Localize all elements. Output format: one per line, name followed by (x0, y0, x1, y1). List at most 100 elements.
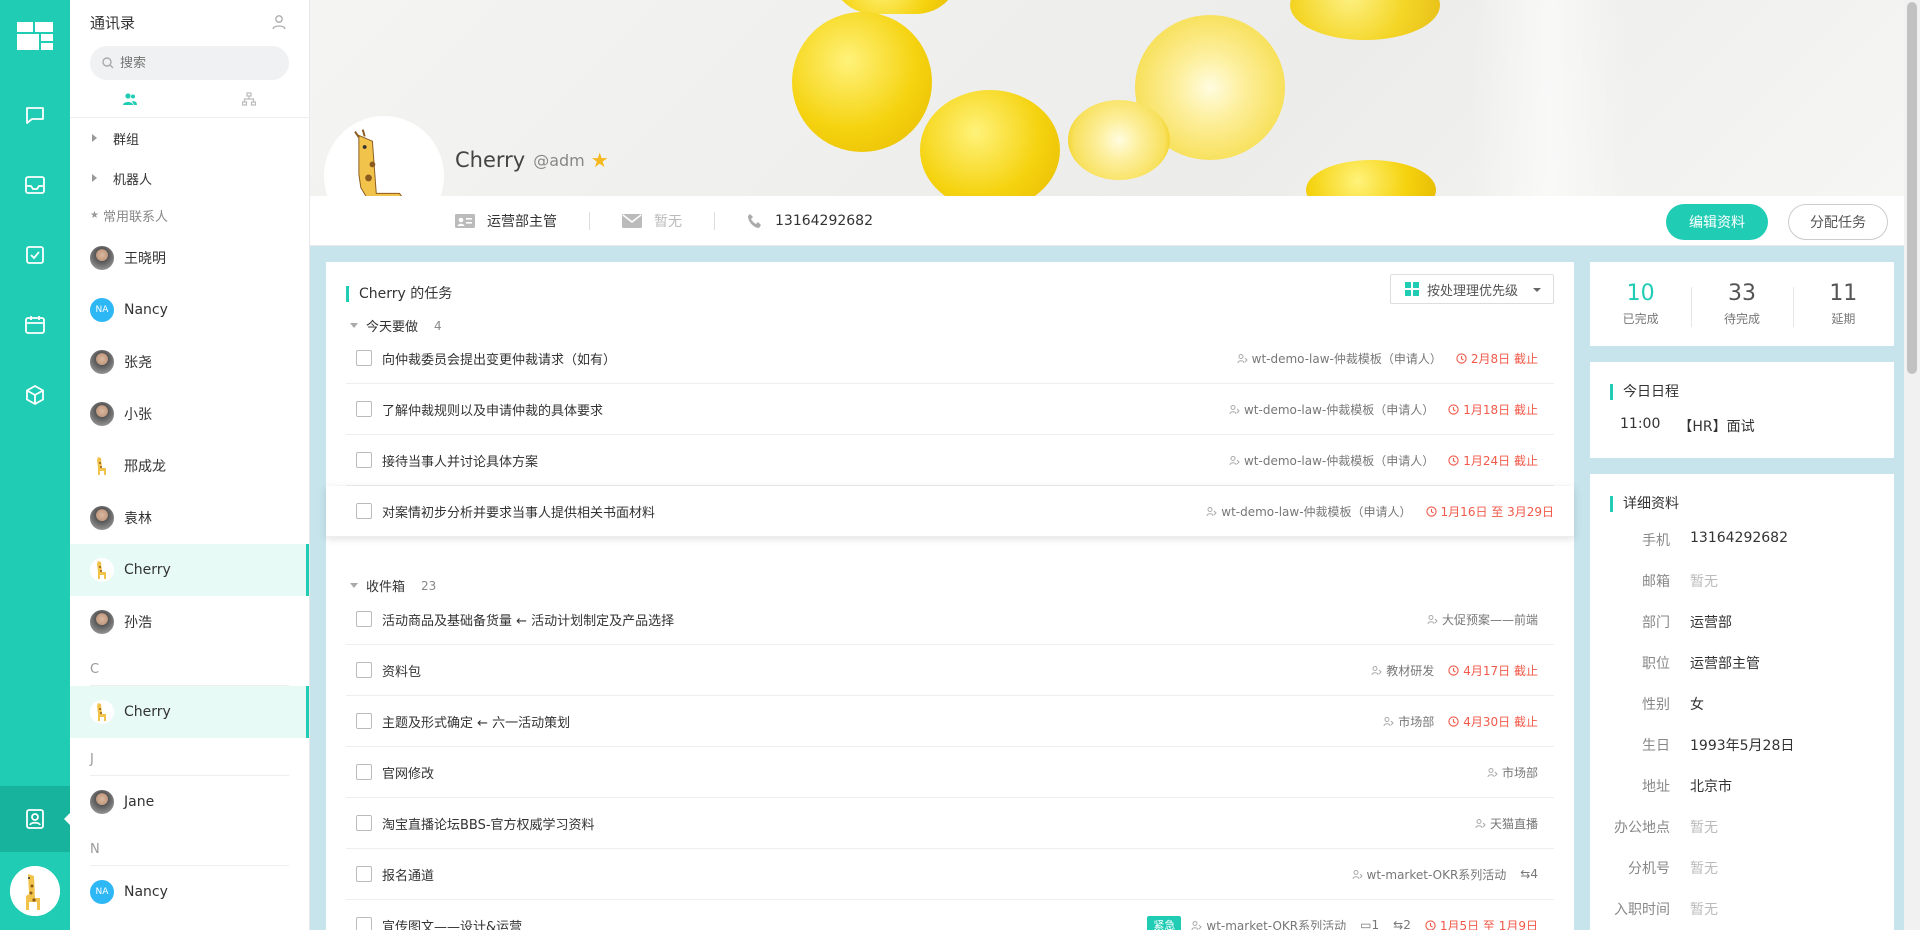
task-project[interactable]: wt-market-OKR系列活动 (1191, 917, 1346, 930)
contact-item[interactable]: 孙浩 (70, 596, 309, 648)
detail-row: 入职时间 暂无 (1590, 899, 1894, 919)
contact-item[interactable]: 袁林 (70, 492, 309, 544)
task-checkbox[interactable] (356, 350, 372, 366)
task-row[interactable]: 向仲裁委员会提出变更仲裁请求（如有） wt-demo-law-仲裁模板（申请人） 2… (346, 333, 1554, 384)
task-project[interactable]: 教材研发 (1371, 662, 1434, 679)
task-row[interactable]: 主题及形式确定 ← 六一活动策划 市场部 4月30日 截止 (346, 696, 1554, 747)
main-content: Cherry @adm ★ 运营部主管 暂无 13164292682 编辑资料 … (310, 0, 1910, 930)
avatar: NA (90, 880, 114, 904)
contact-item[interactable]: 邢成龙 (70, 440, 309, 492)
task-due: 1月18日 截止 (1448, 401, 1538, 418)
task-title[interactable]: 资料包 (382, 661, 1371, 680)
task-checkbox[interactable] (356, 713, 372, 729)
calendar-icon[interactable] (22, 312, 48, 338)
contact-item[interactable]: Cherry (70, 544, 309, 596)
task-title[interactable]: 活动商品及基础备货量 ← 活动计划制定及产品选择 (382, 610, 1427, 629)
contact-item[interactable]: Cherry (70, 686, 309, 738)
contact-item[interactable]: Jane (70, 776, 309, 828)
task-row[interactable]: 淘宝直播论坛BBS-官方权威学习资料 天猫直播 (346, 798, 1554, 849)
task-project[interactable]: wt-demo-law-仲裁模板（申请人） (1206, 503, 1412, 520)
task-title[interactable]: 向仲裁委员会提出变更仲裁请求（如有） (382, 349, 1237, 368)
task-title[interactable]: 官网修改 (382, 763, 1487, 782)
task-title[interactable]: 了解仲裁规则以及申请仲裁的具体要求 (382, 400, 1229, 419)
task-project[interactable]: wt-market-OKR系列活动 (1352, 866, 1506, 883)
task-row[interactable]: 报名通道 wt-market-OKR系列活动 ⇆ 4 (346, 849, 1554, 900)
task-project[interactable]: 市场部 (1383, 713, 1434, 730)
task-row[interactable]: 活动商品及基础备货量 ← 活动计划制定及产品选择 大促预案——前端 (346, 594, 1554, 645)
message-icon[interactable] (22, 102, 48, 128)
edit-profile-button[interactable]: 编辑资料 (1666, 204, 1768, 240)
search-input[interactable] (120, 55, 270, 71)
task-row[interactable]: 对案情初步分析并要求当事人提供相关书面材料 wt-demo-law-仲裁模板（申请… (326, 486, 1574, 537)
task-title[interactable]: 报名通道 (382, 865, 1352, 884)
task-project[interactable]: 市场部 (1487, 764, 1538, 781)
cube-icon[interactable] (22, 382, 48, 408)
task-row[interactable]: 官网修改 市场部 (346, 747, 1554, 798)
task-icon[interactable] (22, 242, 48, 268)
task-checkbox[interactable] (356, 401, 372, 417)
contacts-icon[interactable] (0, 786, 70, 852)
task-title[interactable]: 淘宝直播论坛BBS-官方权威学习资料 (382, 814, 1475, 833)
detail-value: 暂无 (1690, 574, 1718, 590)
contact-item[interactable]: 张尧 (70, 336, 309, 388)
group-label: 群组 (113, 132, 140, 148)
task-checkbox[interactable] (356, 764, 372, 780)
avatar (90, 700, 114, 724)
task-project[interactable]: wt-demo-law-仲裁模板（申请人） (1229, 401, 1434, 418)
profile-details-card: 详细资料 手机 13164292682 邮箱 暂无 部门 运营部 职位 运营部主管 性别女生日 1… (1590, 474, 1894, 930)
frequent-contacts-list: 王晓明 NA Nancy 张尧 小张 邢成龙 袁林 Cherry 孙浩 (70, 232, 309, 648)
favorite-star-icon[interactable]: ★ (591, 148, 609, 172)
clock-icon (1448, 715, 1459, 727)
task-title[interactable]: 宣传图文——设计&运营 (382, 916, 1147, 930)
task-row[interactable]: 接待当事人并讨论具体方案 wt-demo-law-仲裁模板（申请人） 1月24日 截… (346, 435, 1554, 486)
stat-label: 已完成 (1622, 312, 1659, 326)
expand-arrow-icon (92, 174, 97, 182)
contact-item[interactable]: NA Nancy (70, 866, 309, 918)
task-checkbox[interactable] (356, 452, 372, 468)
search-box[interactable] (90, 46, 289, 80)
detail-value: 暂无 (1690, 902, 1718, 918)
inbox-group-header[interactable]: 收件箱 23 (350, 576, 436, 595)
task-checkbox[interactable] (356, 662, 372, 678)
group-label: 机器人 (113, 172, 153, 188)
contact-item[interactable]: NA Nancy (70, 284, 309, 336)
task-project[interactable]: 大促预案——前端 (1427, 611, 1538, 628)
frequent-contacts-header: ★ 常用联系人 (70, 198, 309, 232)
task-project[interactable]: 天猫直播 (1475, 815, 1538, 832)
comment-count: ▭ 1 (1360, 918, 1379, 930)
sort-dropdown[interactable]: 按处理理优先级 (1390, 274, 1554, 304)
detail-row: 地址 北京市 (1590, 776, 1894, 796)
detail-row: 部门 运营部 (1590, 612, 1894, 632)
scrollbar-thumb[interactable] (1907, 2, 1917, 374)
task-project[interactable]: wt-demo-law-仲裁模板（申请人） (1237, 350, 1442, 367)
group-item-robots[interactable]: 机器人 (70, 158, 309, 198)
stat-item[interactable]: 11 延期 (1792, 281, 1894, 327)
page-scrollbar[interactable] (1904, 0, 1920, 930)
my-avatar[interactable] (10, 866, 60, 916)
app-logo-icon[interactable] (17, 22, 53, 50)
schedule-item[interactable]: 11:00 【HR】面试 (1620, 416, 1755, 436)
task-checkbox[interactable] (356, 815, 372, 831)
contact-item[interactable]: 小张 (70, 388, 309, 440)
task-checkbox[interactable] (356, 611, 372, 627)
inbox-icon[interactable] (22, 172, 48, 198)
stat-item[interactable]: 10 已完成 (1590, 281, 1691, 327)
group-item-groups[interactable]: 群组 (70, 118, 309, 158)
task-title[interactable]: 主题及形式确定 ← 六一活动策划 (382, 712, 1383, 731)
add-contact-icon[interactable] (271, 14, 287, 30)
task-checkbox[interactable] (356, 503, 372, 519)
tab-org[interactable] (190, 91, 310, 106)
task-row[interactable]: 资料包 教材研发 4月17日 截止 (346, 645, 1554, 696)
task-row[interactable]: 了解仲裁规则以及申请仲裁的具体要求 wt-demo-law-仲裁模板（申请人） 1月… (346, 384, 1554, 435)
task-title[interactable]: 接待当事人并讨论具体方案 (382, 451, 1229, 470)
stat-item[interactable]: 33 待完成 (1691, 281, 1792, 327)
task-due: 4月17日 截止 (1448, 662, 1538, 679)
task-checkbox[interactable] (356, 866, 372, 882)
task-checkbox[interactable] (356, 917, 372, 930)
contact-item[interactable]: 王晓明 (70, 232, 309, 284)
assign-task-button[interactable]: 分配任务 (1788, 204, 1888, 240)
task-project[interactable]: wt-demo-law-仲裁模板（申请人） (1229, 452, 1434, 469)
task-title[interactable]: 对案情初步分析并要求当事人提供相关书面材料 (382, 502, 1206, 521)
tab-people[interactable] (70, 92, 190, 106)
task-row[interactable]: 宣传图文——设计&运营 紧急 wt-market-OKR系列活动 ▭ 1 ⇆ 2 1月5日… (346, 900, 1554, 930)
